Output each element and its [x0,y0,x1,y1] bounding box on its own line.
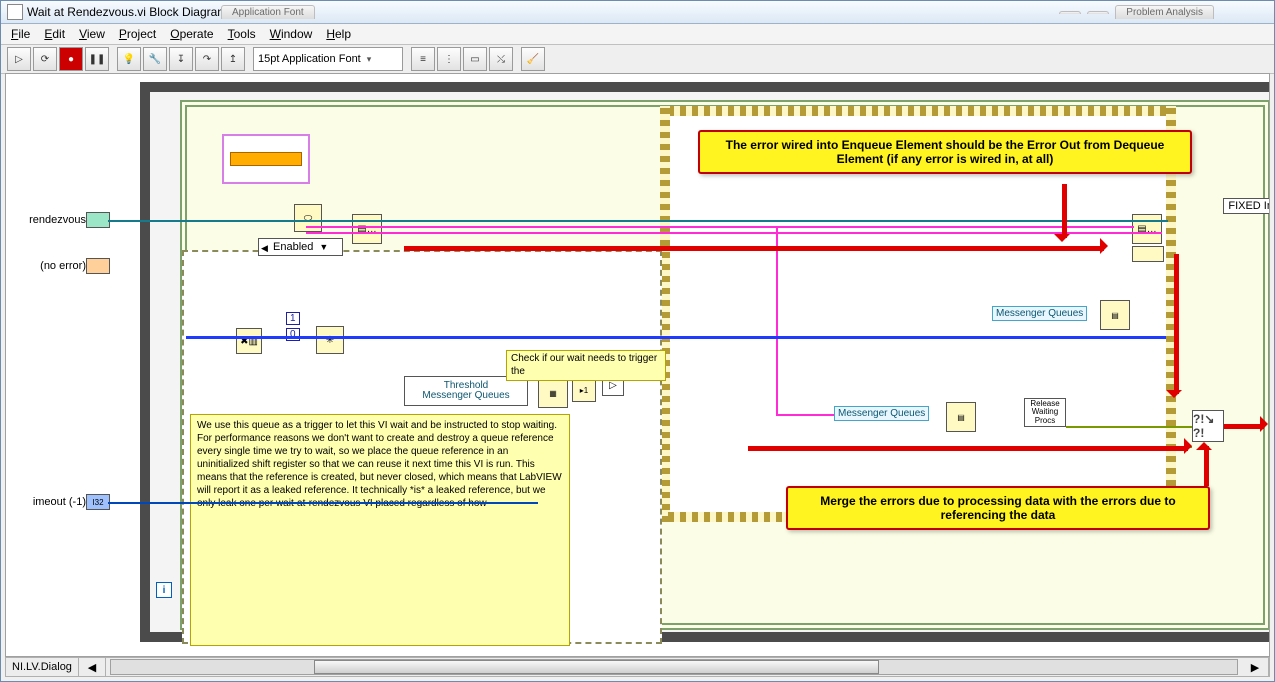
menu-project[interactable]: Project [119,27,156,41]
step-out-button[interactable]: ↥ [221,47,245,71]
pause-button[interactable]: ❚❚ [85,47,109,71]
enqueue-right-node[interactable]: ▤ [1100,300,1130,330]
vi-icon [7,4,23,20]
cluster-constant[interactable] [222,134,310,184]
label-timeout: imeout (-1) [6,496,90,508]
wire-rendezvous-ref [108,220,1168,222]
constant-one[interactable]: 1 [286,312,300,325]
select-node[interactable]: ✳ [316,326,344,354]
wire-error-top2 [306,232,1162,234]
scroll-right-button[interactable]: ▶ [1242,658,1269,676]
menu-window[interactable]: Window [270,27,313,41]
retain-wire-values-button[interactable]: 🔧 [143,47,167,71]
window-title: Wait at Rendezvous.vi Block Diagram * [27,5,235,19]
compare-subvi[interactable]: ▦ [538,378,568,408]
annotation-arrowhead-top-drop [1054,234,1070,250]
annotation-arrowhead-mergeout [1260,416,1270,432]
annotation-arrowhead-top [1100,238,1116,254]
run-continuous-button[interactable]: ⟳ [33,47,57,71]
menubar[interactable]: File Edit View Project Operate Tools Win… [1,24,1274,45]
iteration-terminal-icon[interactable]: i [156,582,172,598]
mqueue-label-1: Messenger Queues [422,391,509,402]
step-into-button[interactable]: ↧ [169,47,193,71]
menu-help[interactable]: Help [326,27,351,41]
statusbar: NI.LV.Dialog ◀ ▶ [5,657,1270,677]
messenger-queues-label-top[interactable]: Messenger Queues [992,306,1087,321]
wire-error-to-mq [776,414,834,416]
wire-error-out-lower [1066,426,1192,428]
toolbar: ▷ ⟳ ● ❚❚ 💡 🔧 ↧ ↷ ↥ 15pt Application Font… [1,45,1274,74]
align-button[interactable]: ≡ [411,47,435,71]
dequeue-element-node[interactable]: ▤… [1132,214,1162,244]
diagram-scroll-viewport[interactable]: rendezvous (no error) imeout (-1) I32 No… [5,73,1270,657]
abort-button[interactable]: ● [59,47,83,71]
disable-selector[interactable]: Enabled [258,238,343,256]
constant-zero[interactable]: 0 [286,328,300,341]
block-diagram-window: Wait at Rendezvous.vi Block Diagram * Ap… [0,0,1275,682]
menu-edit[interactable]: Edit [44,27,65,41]
annotation-callout-bottom: Merge the errors due to processing data … [786,486,1210,530]
inner-sequence-structure[interactable] [668,114,1168,514]
run-button[interactable]: ▷ [7,47,31,71]
reorder-button[interactable]: ⤯ [489,47,513,71]
wire-timeout [108,502,538,504]
enqueue-element-node[interactable]: ▤… [352,214,382,244]
wire-error-out-lower2 [1066,446,1192,448]
label-rendezvous: rendezvous [6,214,90,226]
scrollbar-thumb[interactable] [314,660,879,674]
resize-button[interactable]: ▭ [463,47,487,71]
distribute-button[interactable]: ⋮ [437,47,461,71]
fixed-implementation-label: FIXED Implementation [1223,198,1270,214]
comment-check-wait: Check if our wait needs to trigger the [506,350,666,381]
block-diagram-canvas[interactable]: rendezvous (no error) imeout (-1) I32 No… [6,74,1270,657]
dequeue-right-node[interactable]: ▤ [946,402,976,432]
annotation-arrowhead-lower [1184,438,1200,454]
highlight-exec-button[interactable]: 💡 [117,47,141,71]
wire-data-bus [186,336,1166,339]
terminal-error-in[interactable] [86,258,110,274]
menu-tools[interactable]: Tools [228,27,256,41]
cluster-element [230,152,302,166]
annotation-arrowhead-right1 [1166,390,1182,406]
wire-error-top [306,226,1134,228]
comment-queue-trigger: We use this queue as a trigger to let th… [190,414,570,646]
terminal-rendezvous[interactable] [86,212,110,228]
aux-node[interactable] [1132,246,1164,262]
titlebar[interactable]: Wait at Rendezvous.vi Block Diagram * [1,1,1274,24]
wire-error-drop [776,226,778,416]
release-waiting-procs-node[interactable]: Release Waiting Procs [1024,398,1066,427]
label-error-in: (no error) [6,260,90,272]
messenger-queues-label-bottom[interactable]: Messenger Queues [834,406,929,421]
menu-operate[interactable]: Operate [170,27,213,41]
status-path[interactable]: NI.LV.Dialog [6,658,79,676]
menu-file[interactable]: File [11,27,30,41]
step-over-button[interactable]: ↷ [195,47,219,71]
cleanup-button[interactable]: 🧹 [521,47,545,71]
index-subvi[interactable]: ▸1 [572,378,596,402]
menu-view[interactable]: View [79,27,105,41]
build-array-node[interactable]: ✖▥ [236,328,262,354]
annotation-callout-top: The error wired into Enqueue Element sho… [698,130,1192,174]
font-selector[interactable]: 15pt Application Font [253,47,403,71]
terminal-timeout[interactable]: I32 [86,494,110,510]
scroll-left-button[interactable]: ◀ [79,658,106,676]
horizontal-scrollbar[interactable] [110,659,1238,675]
